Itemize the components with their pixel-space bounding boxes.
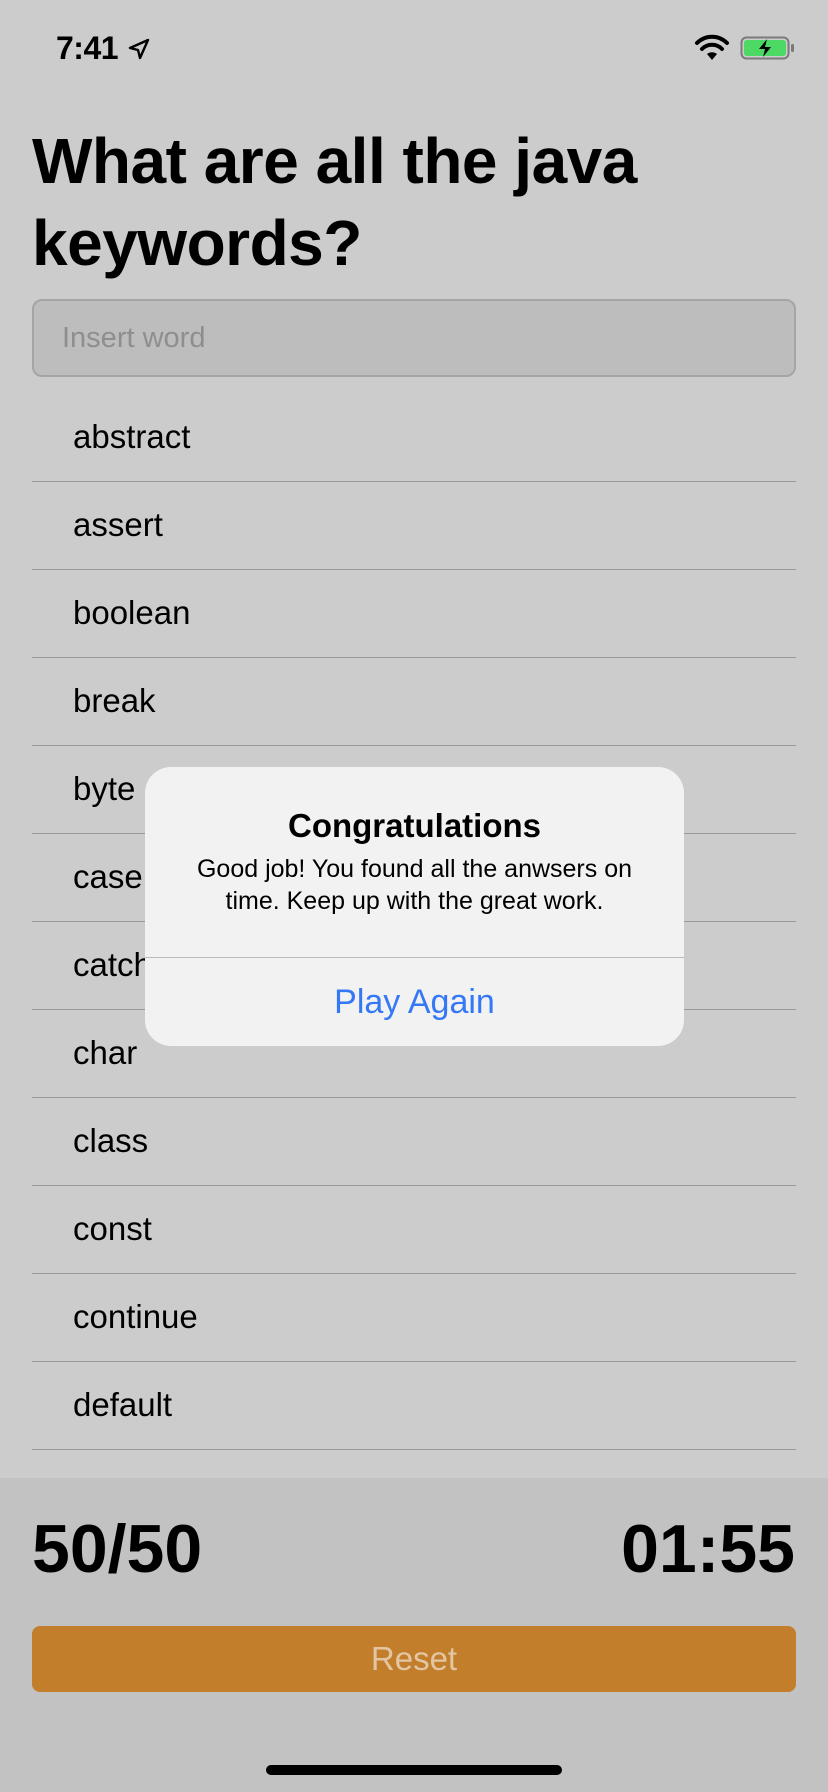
list-item-label: class [73, 1122, 149, 1159]
play-again-button[interactable]: Play Again [145, 958, 684, 1046]
alert-message: Good job! You found all the anwsers on t… [196, 855, 633, 915]
list-item[interactable]: class [32, 1098, 796, 1186]
location-arrow-icon [128, 38, 150, 60]
countdown-timer: 01:55 [621, 1511, 795, 1587]
list-item-label: continue [73, 1298, 198, 1335]
status-bar: 7:41 [0, 0, 828, 100]
home-indicator[interactable] [266, 1765, 562, 1775]
list-item[interactable]: default [32, 1362, 796, 1450]
reset-button[interactable]: Reset [32, 1626, 796, 1692]
page-title: What are all the java keywords? [32, 125, 637, 279]
word-input[interactable] [32, 299, 796, 377]
list-item-label: case [73, 858, 143, 895]
list-item-label: char [73, 1034, 138, 1071]
list-item[interactable]: assert [32, 482, 796, 570]
wifi-icon [695, 34, 729, 60]
footer-panel: 50/50 01:55 Reset [0, 1478, 828, 1792]
list-item-label: const [73, 1210, 152, 1247]
congratulations-alert: Congratulations Good job! You found all … [145, 767, 684, 1046]
list-item[interactable]: continue [32, 1274, 796, 1362]
list-item-label: abstract [73, 418, 191, 455]
list-item[interactable]: const [32, 1186, 796, 1274]
battery-charging-icon [740, 36, 794, 60]
alert-title: Congratulations [288, 807, 541, 844]
list-item-label: default [73, 1386, 173, 1423]
score-counter: 50/50 [32, 1511, 203, 1587]
list-item[interactable]: abstract [32, 394, 796, 482]
list-item-label: byte [73, 770, 136, 807]
list-item-label: break [73, 682, 156, 719]
list-item[interactable]: boolean [32, 570, 796, 658]
list-item[interactable]: break [32, 658, 796, 746]
list-item-label: boolean [73, 594, 191, 631]
list-item-label: assert [73, 506, 163, 543]
status-time: 7:41 [56, 30, 119, 66]
list-item-label: catch [73, 946, 152, 983]
